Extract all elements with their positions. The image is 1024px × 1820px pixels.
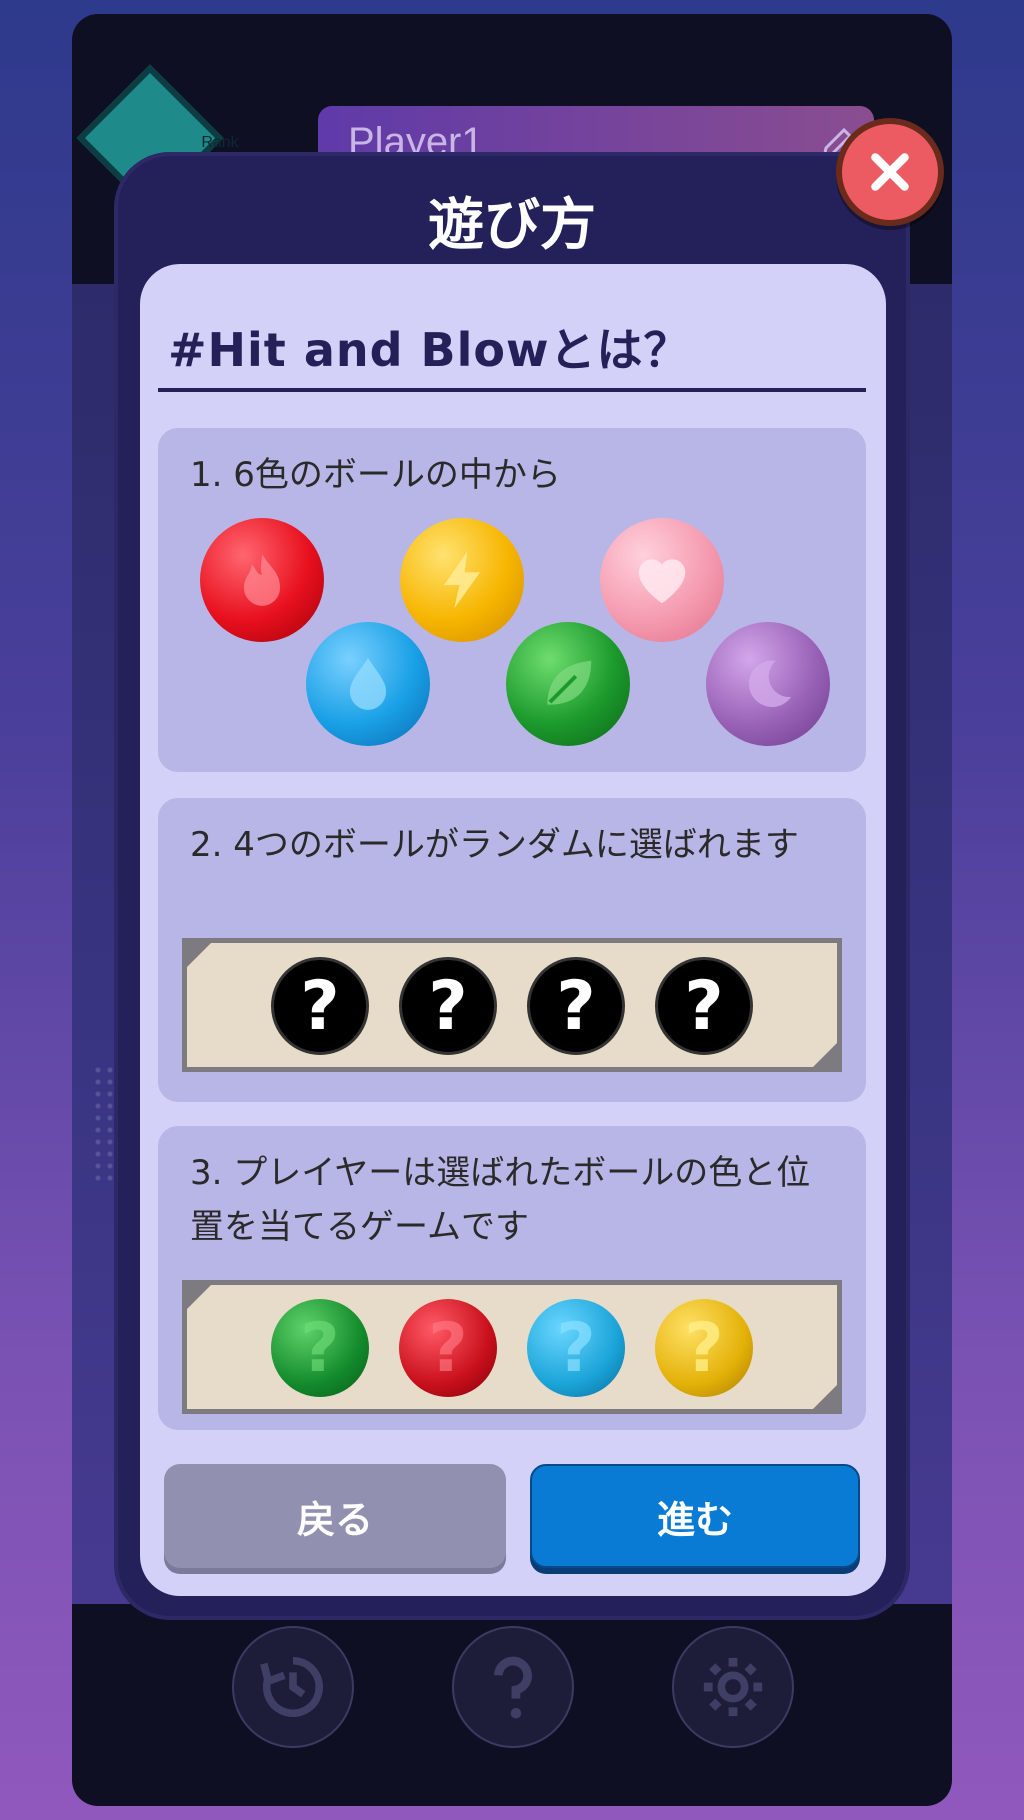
- hidden-ball-slot: ?: [527, 957, 625, 1055]
- bottom-nav: [72, 1604, 952, 1806]
- modal-title: 遊び方: [428, 193, 596, 258]
- next-button[interactable]: 進む: [530, 1464, 860, 1568]
- guess-ball-blue: ?: [527, 1299, 625, 1397]
- section-heading: #Hit and Blowとは？: [168, 323, 691, 377]
- history-button[interactable]: [232, 1626, 354, 1748]
- droplet-icon: [349, 658, 387, 710]
- ball-yellow: [400, 518, 524, 642]
- step-card-3: 3. プレイヤーは選ばれたボールの色と位置を当てるゲームです ? ? ? ?: [158, 1126, 866, 1430]
- ball-red: [200, 518, 324, 642]
- help-icon: [494, 1656, 532, 1719]
- back-button[interactable]: 戻る: [164, 1464, 506, 1568]
- content-panel[interactable]: #Hit and Blowとは？ 1. 6色のボールの中から 2. 4つのボール…: [140, 264, 886, 1596]
- ball-pink: [600, 518, 724, 642]
- ball-blue: [306, 622, 430, 746]
- guess-ball-red: ?: [399, 1299, 497, 1397]
- hidden-ball-slot: ?: [271, 957, 369, 1055]
- settings-icon: [703, 1657, 763, 1717]
- ball-green: [506, 622, 630, 746]
- step-text-2: 2. 4つのボールがランダムに選ばれます: [190, 825, 799, 865]
- flame-icon: [243, 554, 281, 606]
- guess-example-tray: ? ? ? ?: [182, 1280, 842, 1414]
- moon-icon: [748, 660, 792, 707]
- step-text-3: 3. プレイヤーは選ばれたボールの色と位置を当てるゲームです: [190, 1153, 811, 1247]
- rank-label: Rank: [201, 134, 239, 151]
- hidden-ball-slot: ?: [655, 957, 753, 1055]
- hidden-ball-slot: ?: [399, 957, 497, 1055]
- ball-purple: [706, 622, 830, 746]
- settings-button[interactable]: [672, 1626, 794, 1748]
- close-button[interactable]: [836, 118, 944, 226]
- lightning-icon: [443, 551, 481, 609]
- guess-ball-yellow: ?: [655, 1299, 753, 1397]
- leaf-icon: [547, 660, 592, 705]
- heart-icon: [638, 559, 686, 604]
- heading-divider: [158, 388, 866, 392]
- guess-ball-green: ?: [271, 1299, 369, 1397]
- close-icon: [871, 153, 909, 191]
- help-button[interactable]: [452, 1626, 574, 1748]
- history-icon: [260, 1656, 323, 1718]
- step-card-2: 2. 4つのボールがランダムに選ばれます ? ? ? ?: [158, 798, 866, 1102]
- step-text-1: 1. 6色のボールの中から: [190, 455, 561, 495]
- hidden-answer-tray: ? ? ? ?: [182, 938, 842, 1072]
- step-card-1: 1. 6色のボールの中から: [158, 428, 866, 772]
